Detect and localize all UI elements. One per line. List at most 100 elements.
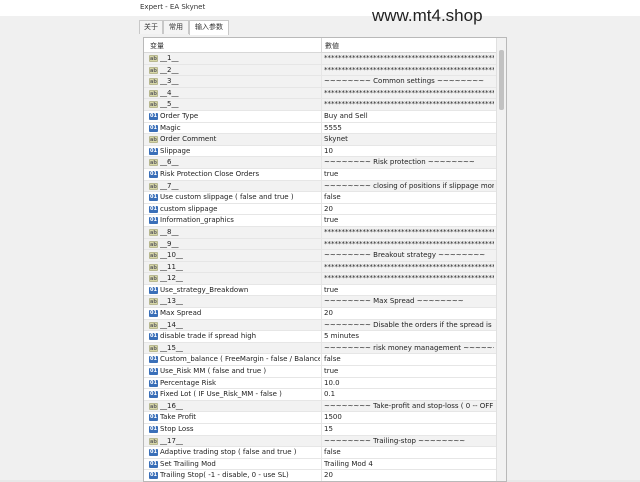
cell-divider bbox=[321, 122, 322, 135]
variable-value[interactable]: ****************************************… bbox=[324, 240, 494, 248]
table-row[interactable]: ab __12__ ********************************… bbox=[144, 273, 496, 285]
string-type-icon: ab bbox=[149, 298, 158, 306]
numeric-type-icon: 01 bbox=[149, 310, 158, 318]
table-row[interactable]: 01 Percentage Risk 10.0 bbox=[144, 377, 496, 390]
variable-value[interactable]: Skynet bbox=[324, 135, 494, 143]
table-row[interactable]: 01 disable trade if spread high 5 minutes bbox=[144, 331, 496, 343]
variable-value[interactable]: true bbox=[324, 216, 494, 224]
variable-value[interactable]: ~~~~~~~~ Max Spread ~~~~~~~~ bbox=[324, 297, 494, 305]
vertical-scrollbar[interactable] bbox=[496, 38, 506, 481]
variable-value[interactable]: ****************************************… bbox=[324, 66, 494, 74]
tab-about[interactable]: 关于 bbox=[139, 20, 163, 34]
scrollbar-thumb[interactable] bbox=[499, 50, 504, 110]
variable-value[interactable]: 20 bbox=[324, 471, 494, 479]
table-row[interactable]: ab __3__ ~~~~~~~~ Common settings ~~~~~~~~ bbox=[144, 76, 496, 88]
table-row[interactable]: 01 Order Type Buy and Sell bbox=[144, 110, 496, 123]
numeric-type-icon: 01 bbox=[149, 356, 158, 364]
table-row[interactable]: ab __2__ *********************************… bbox=[144, 64, 496, 77]
table-row[interactable]: ab __7__ ~~~~~~~~ closing of positions if … bbox=[144, 180, 496, 193]
variable-value[interactable]: ****************************************… bbox=[324, 100, 494, 108]
table-row[interactable]: 01 Use_strategy_Breakdown true bbox=[144, 284, 496, 297]
table-row[interactable]: 01 Max Spread 20 bbox=[144, 308, 496, 320]
variable-value[interactable]: 5555 bbox=[324, 124, 494, 132]
variable-value[interactable]: ****************************************… bbox=[324, 274, 494, 282]
variable-value[interactable]: false bbox=[324, 448, 494, 456]
table-row[interactable]: ab __15__ ~~~~~~~~ risk money management ~… bbox=[144, 342, 496, 355]
variable-name: Set Trailing Mod bbox=[160, 459, 216, 468]
variable-value[interactable]: Buy and Sell bbox=[324, 112, 494, 120]
table-row[interactable]: ab __10__ ~~~~~~~~ Breakout strategy ~~~~~… bbox=[144, 250, 496, 262]
table-row[interactable]: 01 Custom_balance ( FreeMargin - false / … bbox=[144, 354, 496, 367]
variable-value[interactable]: 0.1 bbox=[324, 390, 494, 398]
variable-value[interactable]: 20 bbox=[324, 205, 494, 213]
table-row[interactable]: ab __9__ *********************************… bbox=[144, 238, 496, 251]
variable-value[interactable]: 15 bbox=[324, 425, 494, 433]
variable-value[interactable]: false bbox=[324, 355, 494, 363]
variable-value[interactable]: ~~~~~~~~ risk money management ~~~~~~~~ bbox=[324, 344, 494, 352]
column-header-variable[interactable]: 变量 bbox=[150, 41, 164, 51]
table-row[interactable]: 01 Fixed Lot ( IF Use_Risk_MM - false ) 0.… bbox=[144, 389, 496, 401]
table-row[interactable]: 01 Magic 5555 bbox=[144, 122, 496, 135]
cell-divider bbox=[321, 64, 322, 77]
table-row[interactable]: ab Order Comment Skynet bbox=[144, 134, 496, 146]
table-row[interactable]: ab __13__ ~~~~~~~~ Max Spread ~~~~~~~~ bbox=[144, 296, 496, 309]
table-row[interactable]: 01 Adaptive trading stop ( false and true… bbox=[144, 447, 496, 459]
variable-value[interactable]: true bbox=[324, 367, 494, 375]
table-row[interactable]: 01 Use_Risk MM ( false and true ) true bbox=[144, 366, 496, 378]
variable-value[interactable]: ****************************************… bbox=[324, 54, 494, 62]
table-row[interactable]: ab __1__ *********************************… bbox=[144, 53, 496, 65]
tab-inputs[interactable]: 输入参数 bbox=[189, 20, 229, 35]
tab-common[interactable]: 常用 bbox=[163, 20, 189, 34]
table-row[interactable]: ab __17__ ~~~~~~~~ Trailing-stop ~~~~~~~~ bbox=[144, 435, 496, 448]
table-row[interactable]: ab __14__ ~~~~~~~~ Disable the orders if t… bbox=[144, 319, 496, 332]
variable-value[interactable]: 10.0 bbox=[324, 379, 494, 387]
variable-value[interactable]: ****************************************… bbox=[324, 263, 494, 271]
window-title: Expert - EA Skynet bbox=[140, 3, 206, 11]
table-row[interactable]: ab __6__ ~~~~~~~~ Risk protection ~~~~~~~~ bbox=[144, 157, 496, 169]
variable-value[interactable]: ~~~~~~~~ Common settings ~~~~~~~~ bbox=[324, 77, 494, 85]
variable-name: Order Comment bbox=[160, 135, 217, 144]
variable-value[interactable]: true bbox=[324, 286, 494, 294]
column-divider[interactable] bbox=[321, 38, 322, 52]
numeric-type-icon: 01 bbox=[149, 217, 158, 225]
variable-value[interactable]: ~~~~~~~~ Take-profit and stop-loss ( 0 -… bbox=[324, 402, 494, 410]
table-row[interactable]: 01 Stop Loss 15 bbox=[144, 424, 496, 436]
table-row[interactable]: ab __11__ ********************************… bbox=[144, 261, 496, 274]
table-row[interactable]: ab __16__ ~~~~~~~~ Take-profit and stop-lo… bbox=[144, 400, 496, 413]
variable-value[interactable]: false bbox=[324, 193, 494, 201]
column-header-value[interactable]: 數値 bbox=[325, 41, 339, 51]
variable-value[interactable]: ~~~~~~~~ Breakout strategy ~~~~~~~~ bbox=[324, 251, 494, 259]
variable-value[interactable]: 5 minutes bbox=[324, 332, 494, 340]
variable-value[interactable]: Trailing Mod 4 bbox=[324, 460, 494, 468]
variable-value[interactable]: ~~~~~~~~ Trailing-stop ~~~~~~~~ bbox=[324, 437, 494, 445]
variable-value[interactable]: ****************************************… bbox=[324, 228, 494, 236]
table-row[interactable]: 01 Risk Protection Close Orders true bbox=[144, 168, 496, 181]
string-type-icon: ab bbox=[149, 263, 158, 271]
variable-value[interactable]: true bbox=[324, 170, 494, 178]
cell-divider bbox=[321, 331, 322, 343]
cell-divider bbox=[321, 424, 322, 436]
table-row[interactable]: 01 custom slippage 20 bbox=[144, 203, 496, 216]
variable-value[interactable]: ****************************************… bbox=[324, 89, 494, 97]
variable-name: custom slippage bbox=[160, 204, 218, 213]
table-row[interactable]: ab __5__ *********************************… bbox=[144, 99, 496, 111]
string-type-icon: ab bbox=[149, 228, 158, 236]
variable-value[interactable]: 10 bbox=[324, 147, 494, 155]
variable-name: Max Spread bbox=[160, 309, 202, 318]
table-row[interactable]: 01 Slippage 10 bbox=[144, 145, 496, 158]
table-row[interactable]: 01 Set Trailing Mod Trailing Mod 4 bbox=[144, 458, 496, 471]
cell-divider bbox=[321, 145, 322, 158]
variable-value[interactable]: 20 bbox=[324, 309, 494, 317]
table-row[interactable]: ab __8__ *********************************… bbox=[144, 226, 496, 239]
table-row[interactable]: ab __4__ *********************************… bbox=[144, 87, 496, 100]
variable-value[interactable]: ~~~~~~~~ Disable the orders if the sprea… bbox=[324, 321, 494, 329]
variable-value[interactable]: ~~~~~~~~ closing of positions if slippag… bbox=[324, 182, 494, 190]
variable-value[interactable]: 1500 bbox=[324, 413, 494, 421]
table-row[interactable]: 01 Use custom slippage ( false and true )… bbox=[144, 192, 496, 204]
table-row[interactable]: 01 Trailing Stop( -1 - disable, 0 - use S… bbox=[144, 470, 496, 481]
variable-value[interactable]: ~~~~~~~~ Risk protection ~~~~~~~~ bbox=[324, 158, 494, 166]
table-row[interactable]: 01 Take Profit 1500 bbox=[144, 412, 496, 424]
table-row[interactable]: 01 Information_graphics true bbox=[144, 215, 496, 227]
numeric-type-icon: 01 bbox=[149, 124, 158, 132]
numeric-type-icon: 01 bbox=[149, 414, 158, 422]
